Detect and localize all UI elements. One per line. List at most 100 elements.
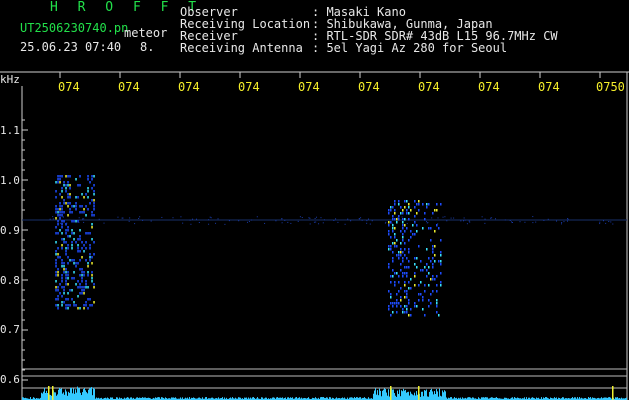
echo-pixel bbox=[392, 230, 394, 233]
echo-pixel bbox=[400, 251, 402, 254]
signal-level-bar bbox=[381, 396, 382, 400]
noise-pixel bbox=[52, 216, 54, 218]
echo-pixel bbox=[71, 298, 73, 301]
echo-pixel bbox=[432, 245, 434, 248]
echo-pixel bbox=[404, 242, 406, 245]
signal-level-bar bbox=[373, 393, 374, 400]
echo-pixel bbox=[57, 178, 59, 181]
echo-pixel bbox=[55, 232, 57, 235]
signal-level-bar bbox=[44, 387, 45, 400]
echo-pixel bbox=[57, 286, 59, 289]
echo-pixel bbox=[390, 248, 392, 251]
echo-pixel bbox=[67, 256, 69, 259]
echo-pixel bbox=[428, 305, 430, 308]
echo-pixel bbox=[402, 260, 404, 263]
signal-level-bar bbox=[374, 390, 375, 400]
echo-pixel bbox=[57, 253, 59, 256]
echo-pixel bbox=[79, 175, 81, 178]
echo-pixel bbox=[73, 271, 75, 274]
echo-pixel bbox=[71, 205, 73, 208]
echo-pixel bbox=[410, 236, 412, 239]
noise-pixel bbox=[224, 223, 226, 225]
echo-pixel bbox=[79, 184, 81, 187]
time-tick-label: 074 bbox=[538, 80, 560, 94]
noise-pixel bbox=[209, 216, 211, 218]
time-tick-label: 0750 bbox=[596, 80, 625, 94]
echo-pixel bbox=[422, 296, 424, 299]
echo-pixel bbox=[440, 272, 442, 275]
signal-level-bar bbox=[433, 394, 434, 400]
echo-pixel bbox=[67, 214, 69, 217]
echo-pixel bbox=[396, 305, 398, 308]
noise-pixel bbox=[192, 218, 194, 220]
noise-pixel bbox=[442, 216, 444, 218]
y-tick-label: 0.7 bbox=[0, 323, 20, 336]
echo-pixel bbox=[65, 250, 67, 253]
echo-pixel bbox=[87, 232, 89, 235]
noise-pixel bbox=[599, 221, 601, 223]
signal-level-bar bbox=[42, 393, 43, 400]
echo-pixel bbox=[55, 280, 57, 283]
echo-pixel bbox=[400, 305, 402, 308]
echo-pixel bbox=[93, 283, 95, 286]
noise-pixel bbox=[371, 220, 373, 222]
echo-pixel bbox=[402, 212, 404, 215]
signal-level-bar bbox=[78, 387, 79, 400]
echo-pixel bbox=[87, 286, 89, 289]
signal-level-bar bbox=[409, 395, 410, 400]
echo-pixel bbox=[61, 205, 63, 208]
echo-pixel bbox=[81, 277, 83, 280]
echo-pixel bbox=[388, 221, 390, 224]
noise-pixel bbox=[484, 218, 486, 220]
echo-pixel bbox=[59, 229, 61, 232]
signal-level-bar bbox=[443, 392, 444, 400]
meteor-label: meteor bbox=[124, 26, 168, 40]
noise-pixel bbox=[561, 223, 563, 225]
echo-pixel bbox=[440, 281, 442, 284]
echo-pixel bbox=[420, 293, 422, 296]
echo-pixel bbox=[398, 200, 400, 203]
echo-pixel bbox=[394, 242, 396, 245]
echo-pixel bbox=[63, 184, 65, 187]
echo-pixel bbox=[63, 262, 65, 265]
signal-level-bar bbox=[386, 392, 387, 400]
echo-pixel bbox=[61, 226, 63, 229]
time-tick-label: 074 bbox=[118, 80, 140, 94]
echo-pixel bbox=[430, 227, 432, 230]
signal-level-bar bbox=[56, 395, 57, 400]
noise-pixel bbox=[238, 220, 240, 222]
noise-pixel bbox=[602, 220, 604, 222]
echo-pixel bbox=[61, 208, 63, 211]
noise-pixel bbox=[547, 218, 549, 220]
echo-pixel bbox=[430, 278, 432, 281]
echo-pixel bbox=[392, 251, 394, 254]
noise-pixel bbox=[511, 221, 513, 223]
echo-pixel bbox=[87, 178, 89, 181]
echo-pixel bbox=[59, 181, 61, 184]
noise-pixel bbox=[437, 223, 439, 225]
echo-pixel bbox=[83, 304, 85, 307]
echo-pixel bbox=[400, 248, 402, 251]
noise-pixel bbox=[208, 219, 210, 221]
signal-level-bar bbox=[83, 389, 84, 400]
echo-pixel bbox=[436, 209, 438, 212]
echo-pixel bbox=[392, 302, 394, 305]
signal-level-bar bbox=[385, 388, 386, 400]
echo-pixel bbox=[55, 208, 57, 211]
echo-pixel bbox=[73, 232, 75, 235]
echo-pixel bbox=[65, 271, 67, 274]
echo-pixel bbox=[430, 302, 432, 305]
echo-pixel bbox=[93, 301, 95, 304]
echo-pixel bbox=[424, 218, 426, 221]
noise-pixel bbox=[605, 222, 607, 224]
noise-pixel bbox=[287, 221, 289, 223]
echo-pixel bbox=[89, 202, 91, 205]
echo-pixel bbox=[394, 209, 396, 212]
echo-pixel bbox=[402, 311, 404, 314]
echo-pixel bbox=[57, 181, 59, 184]
echo-pixel bbox=[63, 265, 65, 268]
signal-level-bar bbox=[62, 393, 63, 400]
echo-pixel bbox=[414, 200, 416, 203]
echo-pixel bbox=[65, 187, 67, 190]
echo-pixel bbox=[55, 217, 57, 220]
